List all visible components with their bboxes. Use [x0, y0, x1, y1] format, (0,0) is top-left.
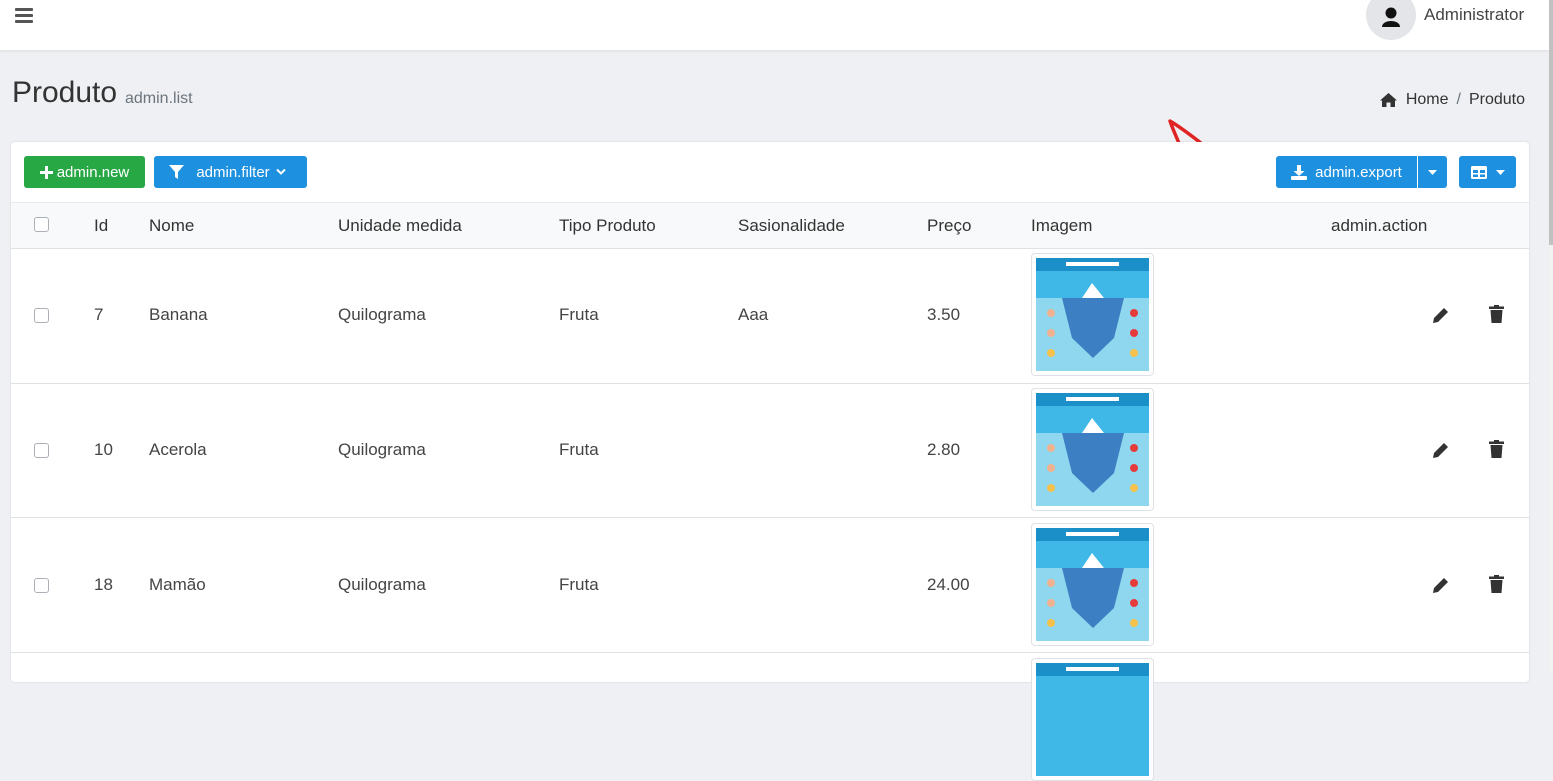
- scrollbar[interactable]: [1549, 0, 1553, 673]
- top-navbar: Administrator: [0, 0, 1549, 50]
- caret-down-icon: [1495, 169, 1505, 175]
- column-header-unidade[interactable]: Unidade medida: [338, 216, 462, 236]
- cell-nome: Mamão: [149, 575, 206, 594]
- caret-down-icon: [1428, 169, 1437, 175]
- column-header-id[interactable]: Id: [94, 216, 108, 236]
- product-image-thumbnail[interactable]: [1031, 523, 1154, 646]
- edit-pencil-icon[interactable]: [1432, 306, 1450, 324]
- user-name[interactable]: Administrator: [1424, 5, 1524, 25]
- user-icon: [1382, 7, 1400, 27]
- cell-preco: 24.00: [927, 575, 970, 594]
- delete-trash-icon[interactable]: [1489, 440, 1504, 458]
- column-header-preco[interactable]: Preço: [927, 216, 971, 236]
- avatar[interactable]: [1366, 0, 1416, 40]
- chevron-down-icon: [275, 168, 286, 175]
- hamburger-icon[interactable]: [15, 8, 33, 24]
- delete-trash-icon[interactable]: [1489, 575, 1504, 593]
- table-columns-icon: [1470, 165, 1487, 179]
- cell-nome: Banana: [149, 305, 208, 324]
- cell-preco: 3.50: [927, 305, 961, 324]
- home-icon[interactable]: [1379, 92, 1398, 108]
- row-checkbox[interactable]: [34, 308, 49, 323]
- scrollbar-thumb[interactable]: [1549, 0, 1553, 245]
- list-card: admin.new admin.filter admin.export Id N…: [11, 142, 1529, 781]
- list-toolbar: admin.new admin.filter admin.export: [11, 142, 1529, 202]
- row-checkbox[interactable]: [34, 443, 49, 458]
- download-icon: [1291, 164, 1308, 180]
- column-header-sasionalidade[interactable]: Sasionalidade: [738, 216, 845, 236]
- breadcrumb-home-link[interactable]: Home: [1406, 91, 1449, 109]
- column-header-action: admin.action: [1331, 216, 1428, 235]
- cell-tipo: Fruta: [559, 305, 599, 324]
- breadcrumb-separator: /: [1456, 91, 1461, 108]
- product-image-thumbnail[interactable]: [1031, 253, 1154, 376]
- edit-pencil-icon[interactable]: [1432, 441, 1450, 459]
- table-row: 7 Banana Quilograma Fruta Aaa 3.50: [11, 248, 1529, 384]
- table-header: Id Nome Unidade medida Tipo Produto Sasi…: [11, 202, 1529, 249]
- export-dropdown-toggle[interactable]: [1418, 156, 1447, 188]
- new-button-label: admin.new: [56, 163, 130, 181]
- product-image-thumbnail[interactable]: [1031, 388, 1154, 511]
- page-title: Produto: [12, 76, 118, 109]
- cell-sasionalidade: Aaa: [738, 305, 769, 324]
- cell-unidade: Quilograma: [338, 440, 426, 459]
- product-image-thumbnail[interactable]: [1031, 658, 1154, 781]
- page-subtitle: admin.list: [125, 90, 193, 107]
- export-button-label: admin.export: [1315, 163, 1402, 181]
- cell-unidade: Quilograma: [338, 575, 426, 594]
- filter-button-label: admin.filter: [196, 163, 270, 181]
- delete-trash-icon[interactable]: [1489, 305, 1504, 323]
- column-header-nome[interactable]: Nome: [149, 216, 194, 236]
- cell-id: 7: [94, 305, 104, 324]
- cell-preco: 2.80: [927, 440, 961, 459]
- cell-id: 18: [94, 575, 113, 594]
- edit-pencil-icon[interactable]: [1432, 576, 1450, 594]
- cell-tipo: Fruta: [559, 575, 599, 594]
- filter-button[interactable]: admin.filter: [154, 156, 307, 188]
- select-all-checkbox[interactable]: [34, 217, 49, 232]
- export-button[interactable]: admin.export: [1276, 156, 1417, 188]
- row-checkbox[interactable]: [34, 578, 49, 593]
- column-header-imagem[interactable]: Imagem: [1031, 216, 1092, 236]
- breadcrumb-current: Produto: [1468, 91, 1525, 108]
- cell-tipo: Fruta: [559, 440, 599, 459]
- plus-icon: [39, 165, 53, 179]
- table-row: [11, 653, 1529, 781]
- breadcrumb: Home / Produto: [1379, 91, 1525, 109]
- table-row: 10 Acerola Quilograma Fruta 2.80: [11, 383, 1529, 518]
- column-header-tipo[interactable]: Tipo Produto: [559, 216, 656, 236]
- new-button[interactable]: admin.new: [24, 156, 145, 188]
- filter-icon: [169, 164, 185, 179]
- table-row: 18 Mamão Quilograma Fruta 24.00: [11, 518, 1529, 653]
- cell-unidade: Quilograma: [338, 305, 426, 324]
- cell-nome: Acerola: [149, 440, 207, 459]
- cell-id: 10: [94, 440, 113, 459]
- columns-toggle-button[interactable]: [1459, 156, 1516, 188]
